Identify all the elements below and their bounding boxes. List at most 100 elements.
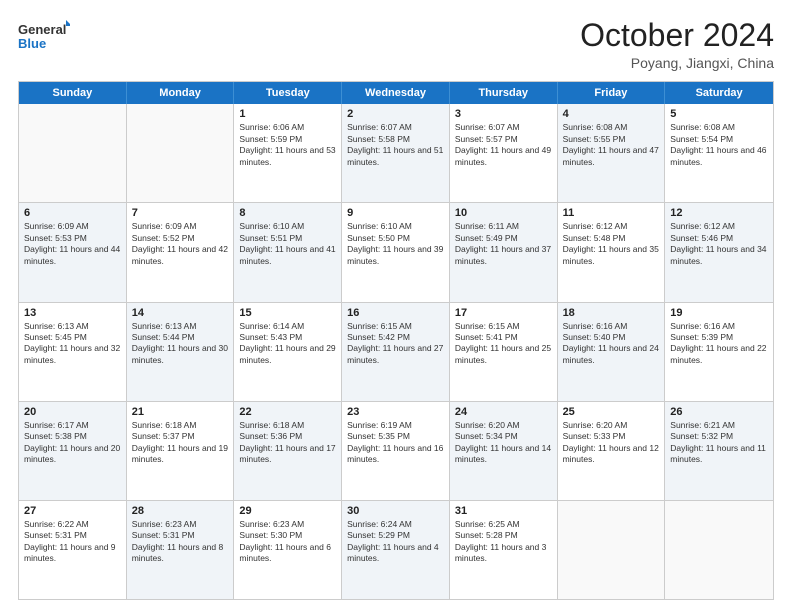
daylight-text: Daylight: 11 hours and 41 minutes. (239, 244, 336, 267)
daylight-text: Daylight: 11 hours and 53 minutes. (239, 145, 336, 168)
calendar: Sunday Monday Tuesday Wednesday Thursday… (18, 81, 774, 600)
header-tuesday: Tuesday (234, 82, 342, 104)
sunrise-text: Sunrise: 6:10 AM (347, 221, 444, 232)
cal-cell-w1-d4: 10 Sunrise: 6:11 AM Sunset: 5:49 PM Dayl… (450, 203, 558, 301)
sunrise-text: Sunrise: 6:23 AM (132, 519, 229, 530)
sunset-text: Sunset: 5:29 PM (347, 530, 444, 541)
sunset-text: Sunset: 5:53 PM (24, 233, 121, 244)
header-saturday: Saturday (665, 82, 773, 104)
cal-row-3: 20 Sunrise: 6:17 AM Sunset: 5:38 PM Dayl… (19, 401, 773, 500)
sunset-text: Sunset: 5:43 PM (239, 332, 336, 343)
cal-cell-w3-d1: 21 Sunrise: 6:18 AM Sunset: 5:37 PM Dayl… (127, 402, 235, 500)
daylight-text: Daylight: 11 hours and 29 minutes. (239, 343, 336, 366)
daylight-text: Daylight: 11 hours and 35 minutes. (563, 244, 660, 267)
sunrise-text: Sunrise: 6:13 AM (24, 321, 121, 332)
sunrise-text: Sunrise: 6:16 AM (670, 321, 768, 332)
sunrise-text: Sunrise: 6:15 AM (347, 321, 444, 332)
header-monday: Monday (127, 82, 235, 104)
day-number: 18 (563, 307, 660, 319)
day-number: 11 (563, 207, 660, 219)
day-number: 16 (347, 307, 444, 319)
location-title: Poyang, Jiangxi, China (580, 55, 774, 71)
sunrise-text: Sunrise: 6:23 AM (239, 519, 336, 530)
sunrise-text: Sunrise: 6:21 AM (670, 420, 768, 431)
sunrise-text: Sunrise: 6:16 AM (563, 321, 660, 332)
header-wednesday: Wednesday (342, 82, 450, 104)
month-title: October 2024 (580, 18, 774, 53)
cal-cell-w0-d1 (127, 104, 235, 202)
cal-cell-w3-d2: 22 Sunrise: 6:18 AM Sunset: 5:36 PM Dayl… (234, 402, 342, 500)
sunset-text: Sunset: 5:33 PM (563, 431, 660, 442)
logo-svg: General Blue (18, 18, 70, 54)
cal-cell-w4-d5 (558, 501, 666, 599)
cal-cell-w4-d3: 30 Sunrise: 6:24 AM Sunset: 5:29 PM Dayl… (342, 501, 450, 599)
sunset-text: Sunset: 5:58 PM (347, 134, 444, 145)
header-sunday: Sunday (19, 82, 127, 104)
cal-row-2: 13 Sunrise: 6:13 AM Sunset: 5:45 PM Dayl… (19, 302, 773, 401)
page: General Blue October 2024 Poyang, Jiangx… (0, 0, 792, 612)
sunrise-text: Sunrise: 6:10 AM (239, 221, 336, 232)
cal-cell-w1-d6: 12 Sunrise: 6:12 AM Sunset: 5:46 PM Dayl… (665, 203, 773, 301)
sunrise-text: Sunrise: 6:13 AM (132, 321, 229, 332)
daylight-text: Daylight: 11 hours and 37 minutes. (455, 244, 552, 267)
day-number: 22 (239, 406, 336, 418)
cal-cell-w4-d2: 29 Sunrise: 6:23 AM Sunset: 5:30 PM Dayl… (234, 501, 342, 599)
cal-cell-w0-d6: 5 Sunrise: 6:08 AM Sunset: 5:54 PM Dayli… (665, 104, 773, 202)
sunset-text: Sunset: 5:31 PM (24, 530, 121, 541)
calendar-body: 1 Sunrise: 6:06 AM Sunset: 5:59 PM Dayli… (19, 104, 773, 599)
sunrise-text: Sunrise: 6:07 AM (347, 122, 444, 133)
daylight-text: Daylight: 11 hours and 4 minutes. (347, 542, 444, 565)
daylight-text: Daylight: 11 hours and 12 minutes. (563, 443, 660, 466)
sunrise-text: Sunrise: 6:06 AM (239, 122, 336, 133)
day-number: 1 (239, 108, 336, 120)
sunset-text: Sunset: 5:30 PM (239, 530, 336, 541)
daylight-text: Daylight: 11 hours and 11 minutes. (670, 443, 768, 466)
sunset-text: Sunset: 5:50 PM (347, 233, 444, 244)
title-block: October 2024 Poyang, Jiangxi, China (580, 18, 774, 71)
day-number: 30 (347, 505, 444, 517)
day-number: 14 (132, 307, 229, 319)
day-number: 21 (132, 406, 229, 418)
cal-cell-w1-d1: 7 Sunrise: 6:09 AM Sunset: 5:52 PM Dayli… (127, 203, 235, 301)
daylight-text: Daylight: 11 hours and 20 minutes. (24, 443, 121, 466)
calendar-header: Sunday Monday Tuesday Wednesday Thursday… (19, 82, 773, 104)
daylight-text: Daylight: 11 hours and 6 minutes. (239, 542, 336, 565)
cal-cell-w1-d0: 6 Sunrise: 6:09 AM Sunset: 5:53 PM Dayli… (19, 203, 127, 301)
sunset-text: Sunset: 5:32 PM (670, 431, 768, 442)
sunset-text: Sunset: 5:59 PM (239, 134, 336, 145)
header: General Blue October 2024 Poyang, Jiangx… (18, 18, 774, 71)
sunset-text: Sunset: 5:36 PM (239, 431, 336, 442)
day-number: 6 (24, 207, 121, 219)
day-number: 29 (239, 505, 336, 517)
day-number: 8 (239, 207, 336, 219)
sunset-text: Sunset: 5:44 PM (132, 332, 229, 343)
day-number: 25 (563, 406, 660, 418)
daylight-text: Daylight: 11 hours and 47 minutes. (563, 145, 660, 168)
sunset-text: Sunset: 5:49 PM (455, 233, 552, 244)
day-number: 5 (670, 108, 768, 120)
cal-cell-w1-d5: 11 Sunrise: 6:12 AM Sunset: 5:48 PM Dayl… (558, 203, 666, 301)
sunrise-text: Sunrise: 6:12 AM (670, 221, 768, 232)
daylight-text: Daylight: 11 hours and 9 minutes. (24, 542, 121, 565)
day-number: 13 (24, 307, 121, 319)
header-friday: Friday (558, 82, 666, 104)
cal-cell-w3-d6: 26 Sunrise: 6:21 AM Sunset: 5:32 PM Dayl… (665, 402, 773, 500)
sunset-text: Sunset: 5:39 PM (670, 332, 768, 343)
day-number: 26 (670, 406, 768, 418)
cal-row-1: 6 Sunrise: 6:09 AM Sunset: 5:53 PM Dayli… (19, 202, 773, 301)
sunrise-text: Sunrise: 6:15 AM (455, 321, 552, 332)
sunset-text: Sunset: 5:40 PM (563, 332, 660, 343)
cal-cell-w2-d1: 14 Sunrise: 6:13 AM Sunset: 5:44 PM Dayl… (127, 303, 235, 401)
cal-cell-w2-d2: 15 Sunrise: 6:14 AM Sunset: 5:43 PM Dayl… (234, 303, 342, 401)
cal-cell-w1-d2: 8 Sunrise: 6:10 AM Sunset: 5:51 PM Dayli… (234, 203, 342, 301)
cal-cell-w0-d0 (19, 104, 127, 202)
sunset-text: Sunset: 5:35 PM (347, 431, 444, 442)
sunrise-text: Sunrise: 6:09 AM (132, 221, 229, 232)
sunset-text: Sunset: 5:55 PM (563, 134, 660, 145)
sunset-text: Sunset: 5:28 PM (455, 530, 552, 541)
sunset-text: Sunset: 5:45 PM (24, 332, 121, 343)
svg-text:General: General (18, 22, 66, 37)
daylight-text: Daylight: 11 hours and 3 minutes. (455, 542, 552, 565)
sunset-text: Sunset: 5:37 PM (132, 431, 229, 442)
sunrise-text: Sunrise: 6:11 AM (455, 221, 552, 232)
